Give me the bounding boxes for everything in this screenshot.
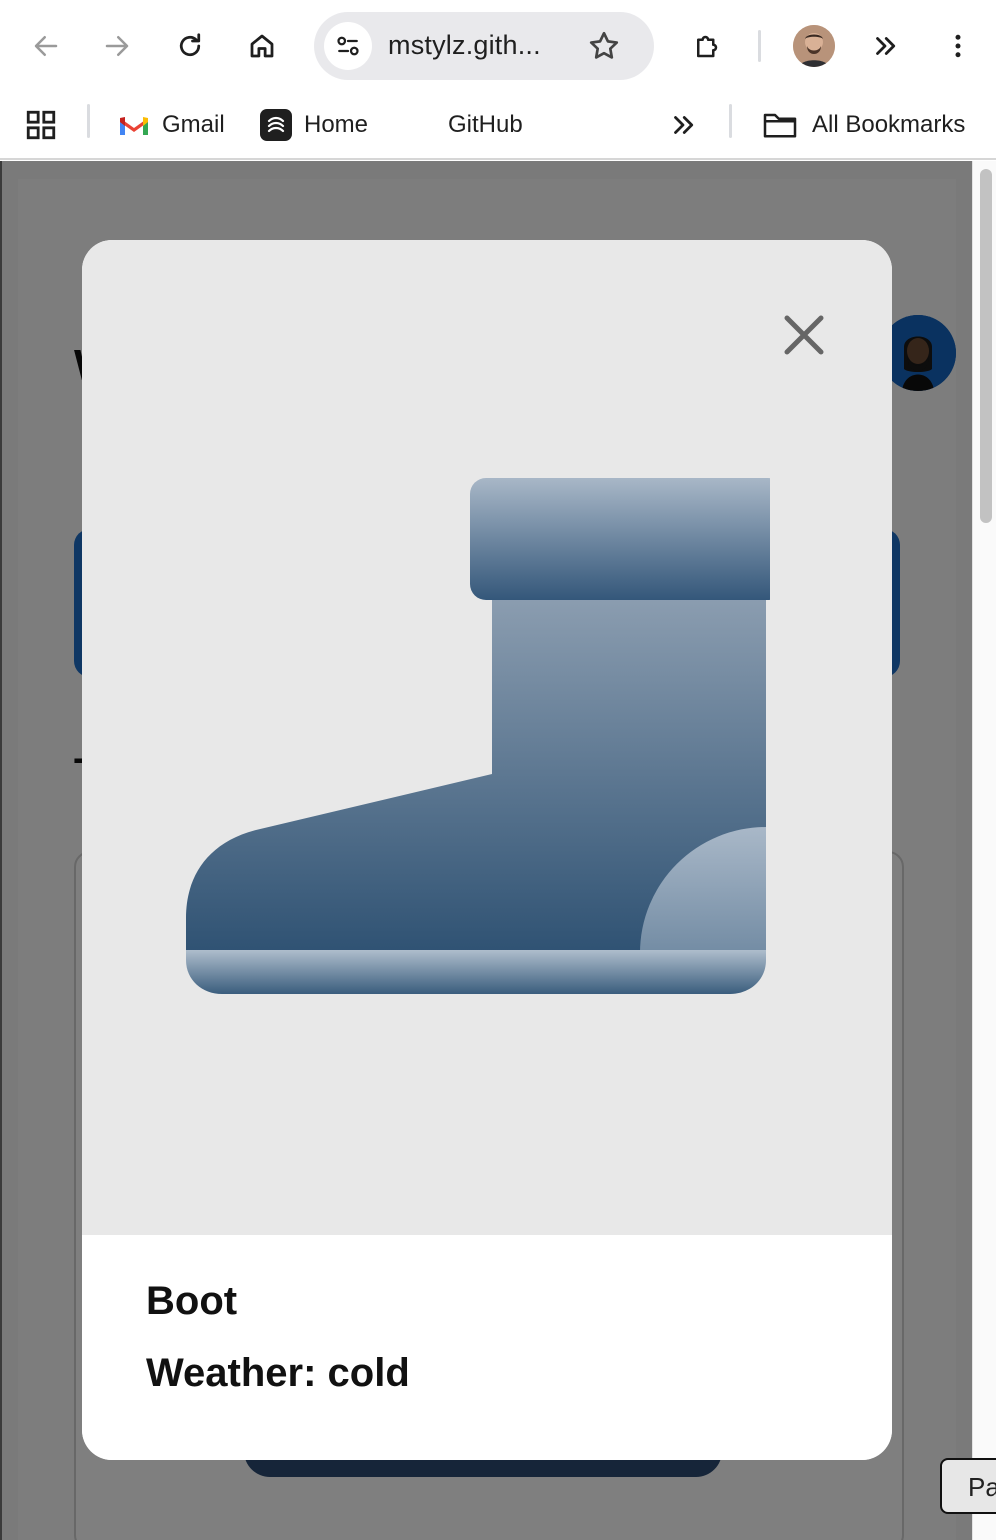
gmail-icon [120,117,148,135]
bookmark-gmail-label: Gmail [162,111,225,138]
profile-avatar[interactable] [793,25,835,67]
modal-image-area [82,240,892,1235]
bookmarks-bar: Gmail Home GitHub All Bookmarks [0,92,996,160]
boot-icon [186,478,770,994]
bookmarks-divider [729,104,732,138]
folder-icon [763,113,797,138]
chevron-double-right-icon [876,37,896,55]
bookmarks-divider [87,104,90,138]
window-edge [0,161,2,1540]
item-weather: Weather: cold [146,1351,410,1395]
apps-grid-icon [26,110,56,140]
address-bar[interactable]: mstylz.gith... [314,12,654,80]
home-app-icon [260,109,292,141]
bookmark-gmail[interactable]: Gmail [118,102,225,148]
bookmark-github-label: GitHub [448,111,523,138]
all-bookmarks-button[interactable]: All Bookmarks [762,102,965,148]
back-button[interactable] [24,24,68,68]
reload-icon [179,33,201,57]
bookmark-home[interactable]: Home [260,102,368,148]
person-photo-icon [793,25,835,67]
page-scrollbar[interactable] [972,161,996,1540]
corner-button[interactable]: Pa [940,1458,996,1514]
more-extensions-button[interactable] [863,24,907,68]
close-icon[interactable] [779,310,829,360]
page-viewport: W T Pa [0,161,996,1540]
arrow-right-icon [105,36,129,56]
puzzle-icon [697,35,718,58]
site-info-button[interactable] [324,22,372,70]
bookmark-github[interactable]: GitHub [448,102,523,148]
item-modal: Boot Weather: cold [82,240,892,1460]
home-button[interactable] [240,24,284,68]
bookmark-star-icon[interactable] [586,28,622,64]
bookmark-home-label: Home [304,111,369,138]
arrow-left-icon [34,36,58,56]
bookmarks-overflow-button[interactable] [668,102,698,148]
scrollbar-thumb[interactable] [980,169,992,523]
item-name: Boot [146,1279,238,1323]
all-bookmarks-label: All Bookmarks [812,111,966,138]
home-icon [250,34,274,58]
browser-menu-button[interactable] [936,24,980,68]
reload-button[interactable] [168,24,212,68]
forward-button[interactable] [95,24,139,68]
apps-button[interactable] [24,102,58,148]
toolbar-divider [758,30,761,62]
chevron-double-right-icon [674,116,694,134]
modal-info: Boot Weather: cold [82,1235,892,1460]
vertical-dots-icon [955,34,961,58]
url-text[interactable]: mstylz.gith... [388,30,541,61]
extensions-button[interactable] [685,24,729,68]
tune-icon [337,36,359,56]
browser-toolbar: mstylz.gith... [0,0,996,92]
